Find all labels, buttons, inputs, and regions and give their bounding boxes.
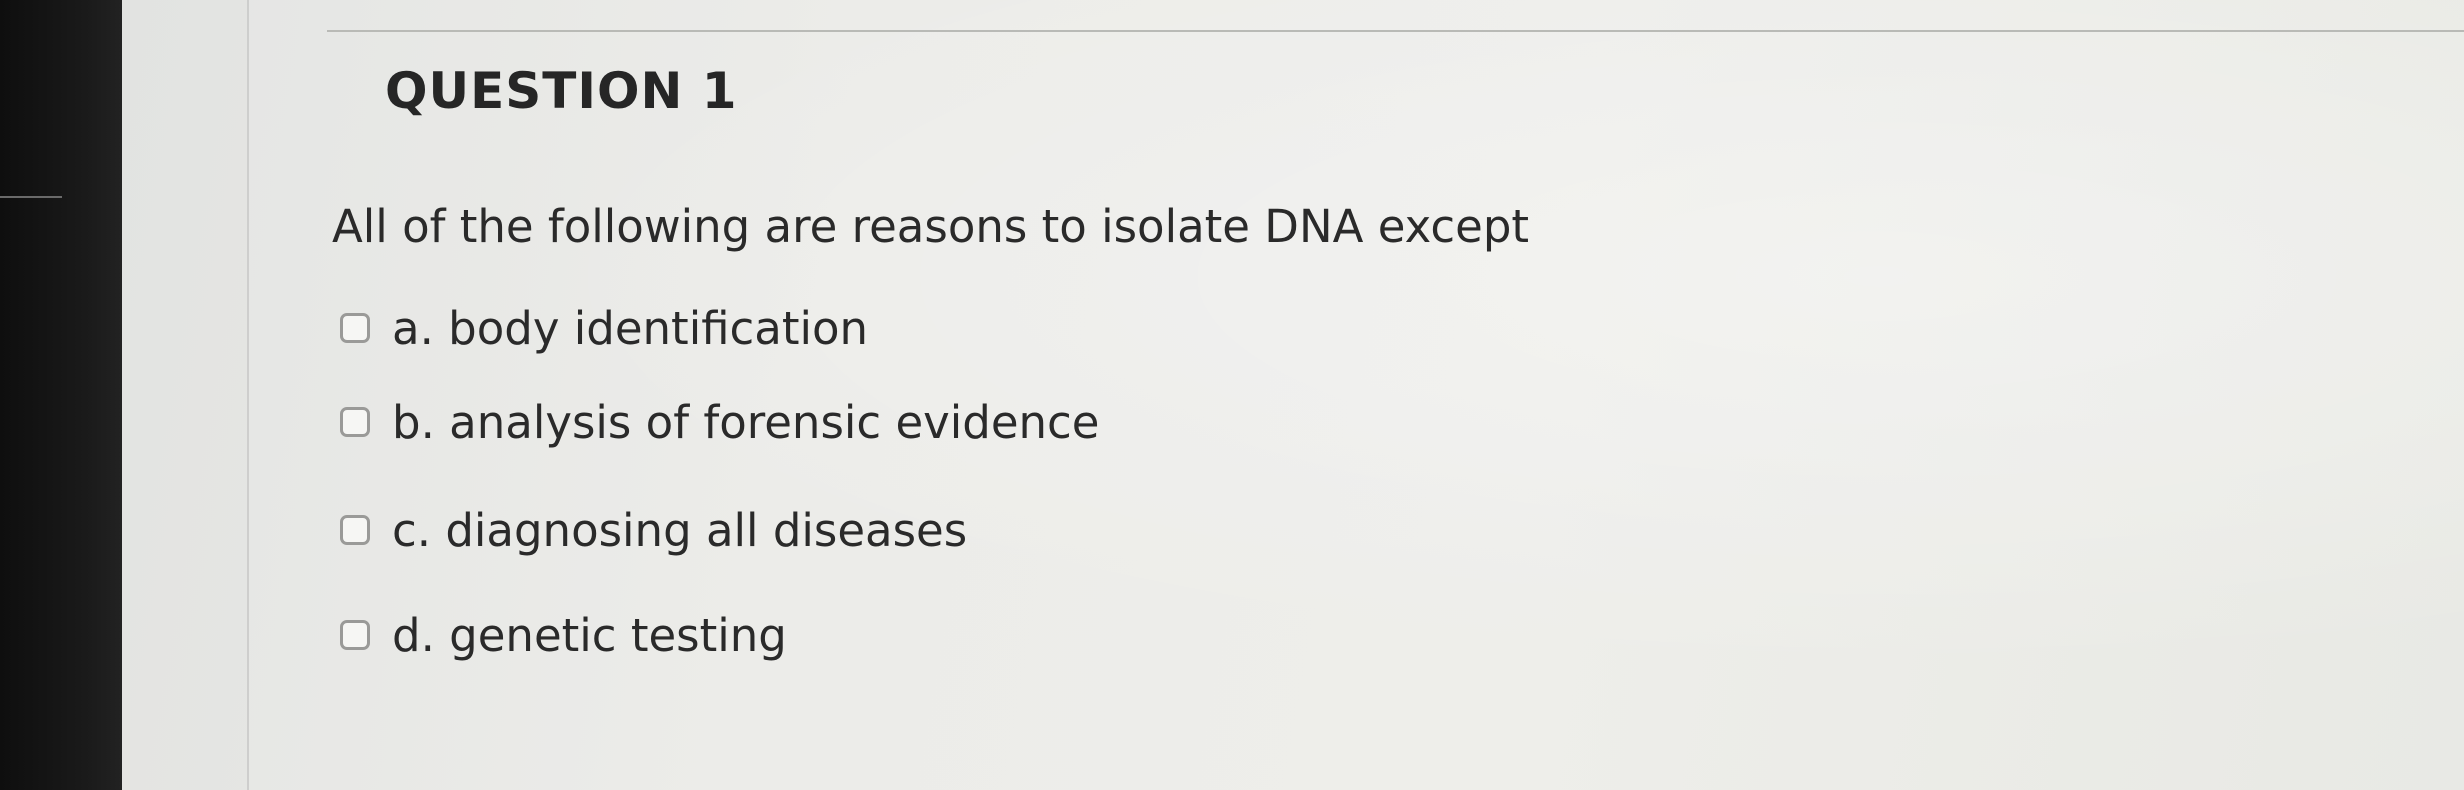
question-prompt: All of the following are reasons to isol… [332, 200, 1530, 253]
option-label-c[interactable]: c. diagnosing all diseases [392, 504, 967, 557]
option-label-a[interactable]: a. body identification [392, 302, 868, 355]
checkbox-a[interactable] [340, 313, 370, 343]
question-title: QUESTION 1 [385, 62, 738, 120]
checkbox-b[interactable] [340, 407, 370, 437]
answer-option-c[interactable]: c. diagnosing all diseases [340, 500, 967, 560]
panel-border [247, 0, 249, 790]
monitor-bezel [0, 0, 122, 790]
option-label-d[interactable]: d. genetic testing [392, 609, 787, 662]
answer-option-a[interactable]: a. body identification [340, 298, 868, 358]
answer-option-d[interactable]: d. genetic testing [340, 605, 787, 665]
checkbox-c[interactable] [340, 515, 370, 545]
checkbox-d[interactable] [340, 620, 370, 650]
question-divider [327, 30, 2464, 32]
bezel-divider [0, 196, 62, 198]
option-label-b[interactable]: b. analysis of forensic evidence [392, 396, 1099, 449]
answer-option-b[interactable]: b. analysis of forensic evidence [340, 392, 1099, 452]
